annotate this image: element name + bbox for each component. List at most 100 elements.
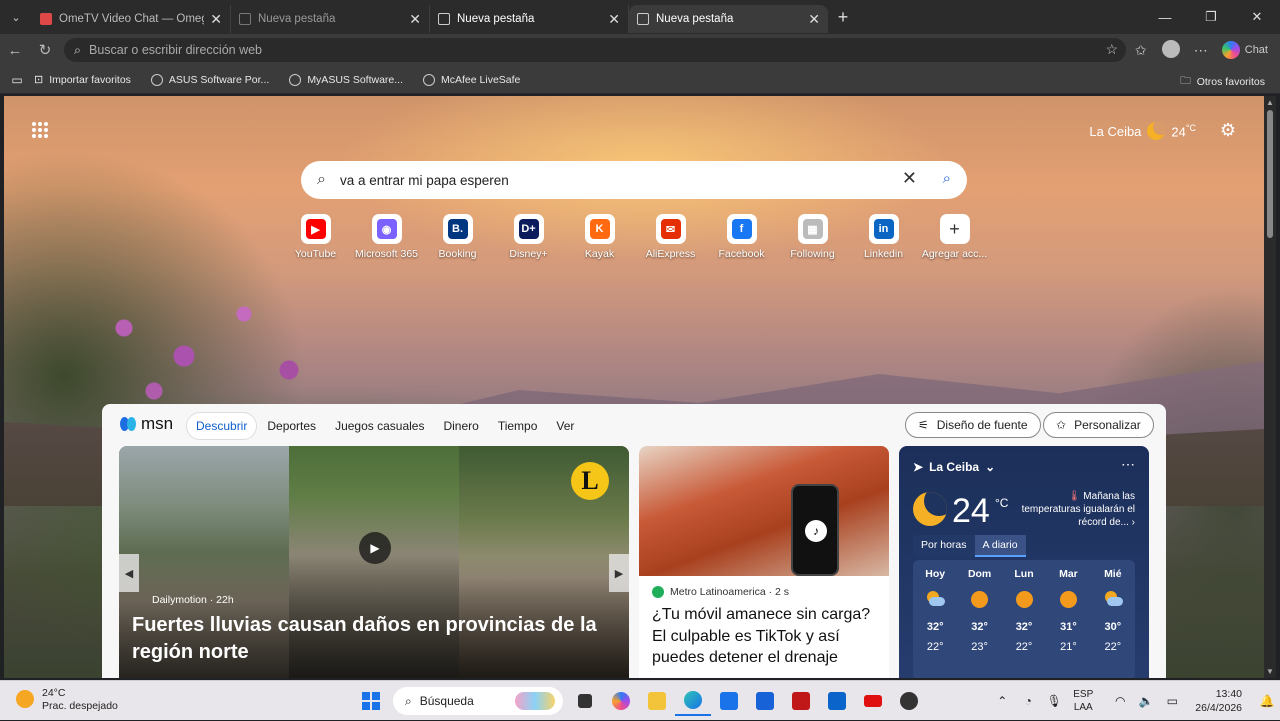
font-design-button[interactable]: ⚟ Diseño de fuente [905, 412, 1041, 438]
carousel-next-icon[interactable]: ▶ [609, 554, 629, 592]
play-icon[interactable]: ▶ [359, 532, 391, 564]
clock[interactable]: 13:40 26/4/2026 [1195, 687, 1242, 715]
quick-link-disney[interactable]: D+ Disney+ [493, 214, 564, 260]
favorite-star-icon[interactable]: ☆ [1105, 41, 1118, 58]
media-app-icon[interactable] [891, 686, 927, 716]
store-icon[interactable] [711, 686, 747, 716]
tab-actions-menu[interactable]: ⌄ [0, 0, 32, 34]
scrollbar-thumb[interactable] [1267, 110, 1273, 238]
start-button[interactable] [353, 686, 389, 716]
chevron-up-icon[interactable]: ⌃ [989, 694, 1015, 708]
weather-alert[interactable]: 🌡 Mañana las temperaturas igualarán el r… [1015, 490, 1135, 529]
quick-link-youtube[interactable]: ▶ YouTube [280, 214, 351, 260]
tab-3[interactable]: Nueva pestaña ✕ [430, 5, 629, 33]
mcafee-icon[interactable] [783, 686, 819, 716]
personalize-button[interactable]: ✩ Personalizar [1043, 412, 1154, 438]
scroll-up-icon[interactable]: ▲ [1266, 98, 1274, 107]
forecast-day[interactable]: Dom 32° 23° [957, 560, 1001, 678]
volume-icon[interactable]: 🔈 [1133, 694, 1159, 708]
close-icon[interactable]: ✕ [210, 11, 222, 28]
other-favorites-folder[interactable]: 🗀 Otros favoritos [1180, 73, 1265, 91]
weather-card[interactable]: ➤ La Ceiba ⌄ ⋯ 24 °C 🌡 Mañana las temperat… [899, 446, 1149, 678]
refresh-icon[interactable]: ↻ [30, 41, 60, 59]
minimize-icon[interactable]: — [1142, 10, 1188, 25]
profile-avatar[interactable] [1156, 39, 1186, 61]
toggle-daily[interactable]: A diario [974, 535, 1026, 557]
close-icon[interactable]: ✕ [808, 11, 820, 28]
quick-link-following[interactable]: ▦ Following [777, 214, 848, 260]
search-input[interactable]: va a entrar mi papa esperen [340, 173, 509, 188]
web-search-box[interactable]: ⌕ va a entrar mi papa esperen ✕ ⌕ [301, 161, 967, 199]
quick-link-linkedin[interactable]: in Linkedin [848, 214, 919, 260]
toggle-hourly[interactable]: Por horas [913, 535, 975, 557]
scroll-down-icon[interactable]: ▼ [1266, 667, 1274, 676]
clear-search-icon[interactable]: ✕ [902, 168, 917, 189]
settings-gear-icon[interactable]: ⚙ [1220, 120, 1236, 141]
quick-link-label: Microsoft 365 [354, 248, 419, 260]
search-submit-icon[interactable]: ⌕ [943, 170, 951, 187]
nav-tab-deportes[interactable]: Deportes [258, 413, 325, 439]
address-bar[interactable]: ⌕ Buscar o escribir dirección web ☆ [64, 38, 1126, 62]
news-headline[interactable]: Fuertes lluvias causan daños en provinci… [132, 612, 602, 666]
msn-feed: msn Descubrir Deportes Juegos casuales D… [102, 404, 1166, 678]
more-options-icon[interactable]: ⋯ [1186, 42, 1216, 59]
copilot-app-icon[interactable] [603, 686, 639, 716]
asus-app-icon[interactable] [747, 686, 783, 716]
copilot-chat-button[interactable]: Chat [1216, 41, 1280, 59]
weather-widget[interactable]: La Ceiba 24°C [1089, 122, 1196, 140]
app-launcher-icon[interactable] [32, 122, 48, 138]
news-card-tiktok[interactable]: ♪ Metro Latinoamerica · 2 s ¿Tu móvil am… [639, 446, 889, 678]
youtube-app-icon[interactable] [855, 686, 891, 716]
weather-location[interactable]: ➤ La Ceiba ⌄ [913, 460, 995, 474]
sidebar-toggle-icon[interactable]: ▭ [0, 73, 34, 87]
favorite-import[interactable]: ⊡ Importar favoritos [34, 73, 131, 87]
favorite-myasus[interactable]: MyASUS Software... [289, 73, 403, 86]
more-options-icon[interactable]: ⋯ [1121, 456, 1135, 473]
taskbar-search[interactable]: ⌕ Búsqueda [393, 687, 563, 715]
forecast-day[interactable]: Lun 32° 22° [1002, 560, 1046, 678]
tab-4-active[interactable]: Nueva pestaña ✕ [629, 5, 828, 33]
quick-link-booking[interactable]: B. Booking [422, 214, 493, 260]
edge-icon[interactable] [675, 686, 711, 716]
nav-tab-juegos[interactable]: Juegos casuales [326, 413, 433, 439]
back-icon[interactable]: ← [0, 42, 30, 59]
favorite-asus-software[interactable]: ASUS Software Por... [150, 73, 269, 86]
msn-logo[interactable]: msn [120, 414, 173, 434]
nav-tab-dinero[interactable]: Dinero [434, 413, 487, 439]
maximize-icon[interactable]: ❐ [1188, 9, 1234, 25]
carousel-prev-icon[interactable]: ◀ [119, 554, 139, 592]
news-headline[interactable]: ¿Tu móvil amanece sin carga? El culpable… [652, 604, 882, 669]
nav-tab-ver[interactable]: Ver [547, 413, 583, 439]
task-view-icon[interactable] [567, 686, 603, 716]
tray-app-icon[interactable]: ◔ [1015, 694, 1041, 708]
forecast-day[interactable]: Hoy 32° 22° [913, 560, 957, 678]
nav-tab-descubrir[interactable]: Descubrir [186, 412, 258, 440]
favorites-icon[interactable]: ✩ [1126, 42, 1156, 59]
wifi-icon[interactable]: ◠ [1107, 694, 1133, 708]
quick-link-agregar-acc[interactable]: + Agregar acc... [919, 214, 990, 260]
quick-link-facebook[interactable]: f Facebook [706, 214, 777, 260]
tab-1[interactable]: OmeTV Video Chat — Omegl ✕ [32, 5, 231, 33]
battery-icon[interactable]: ▭ [1159, 694, 1185, 708]
close-icon[interactable]: ✕ [409, 11, 421, 28]
forecast-day[interactable]: Mié 30° 22° [1091, 560, 1135, 678]
taskbar-weather[interactable]: 24°C Prac. despejado [16, 687, 118, 713]
quick-link-aliexpress[interactable]: ✉ AliExpress [635, 214, 706, 260]
sun-icon [1015, 591, 1033, 608]
notifications-icon[interactable]: 🔔 [1254, 694, 1280, 708]
page-scrollbar[interactable]: ▲ ▼ [1264, 96, 1276, 678]
new-tab-button[interactable]: + [828, 7, 858, 28]
tab-2[interactable]: Nueva pestaña ✕ [231, 5, 430, 33]
quick-link-microsoft-365[interactable]: ◉ Microsoft 365 [351, 214, 422, 260]
file-explorer-icon[interactable] [639, 686, 675, 716]
forecast-day[interactable]: Mar 31° 21° [1046, 560, 1090, 678]
news-card-featured[interactable]: ▶ L ◀ ▶ Dailymotion · 22h Fuertes lluvia… [119, 446, 629, 678]
outlook-icon[interactable] [819, 686, 855, 716]
language-indicator[interactable]: ESP LAA [1073, 688, 1093, 714]
quick-link-kayak[interactable]: K Kayak [564, 214, 635, 260]
favorite-mcafee[interactable]: McAfee LiveSafe [423, 73, 520, 86]
microphone-icon[interactable]: 🎙 [1041, 694, 1067, 708]
close-icon[interactable]: ✕ [608, 11, 620, 28]
nav-tab-tiempo[interactable]: Tiempo [489, 413, 547, 439]
close-window-icon[interactable]: ✕ [1234, 9, 1280, 25]
